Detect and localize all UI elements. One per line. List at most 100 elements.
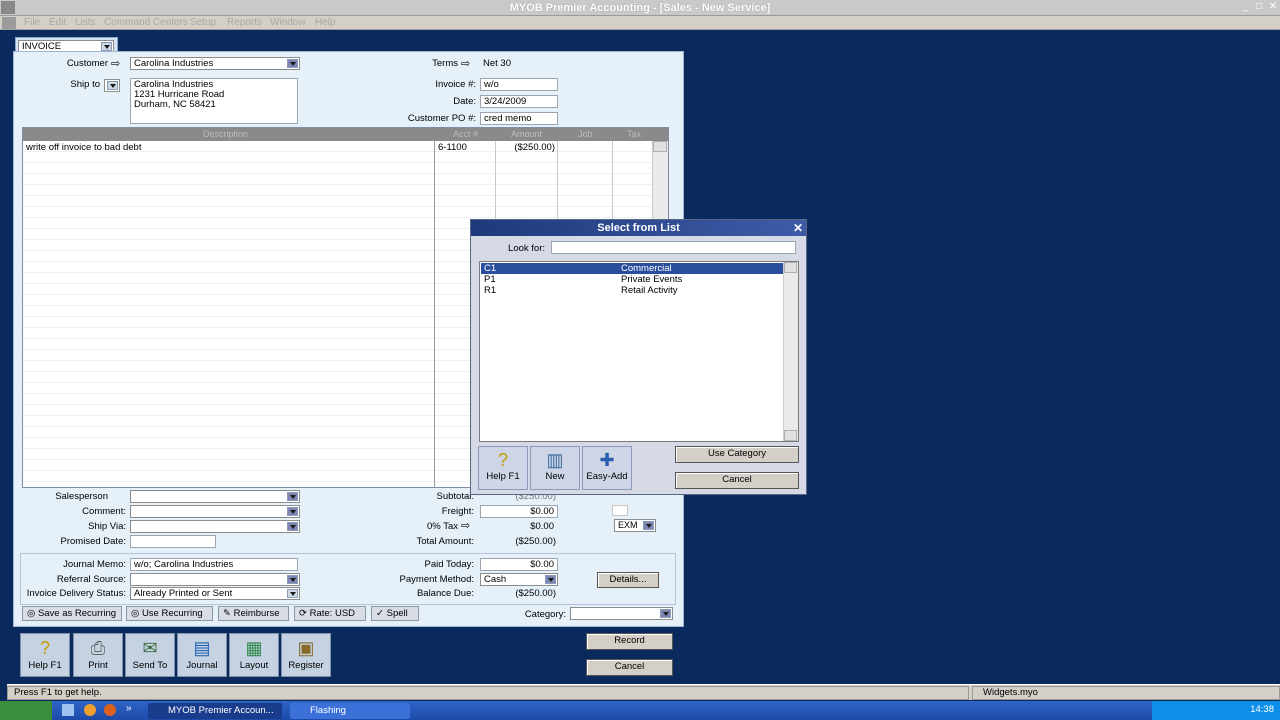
send-to-button[interactable]: ✉ Send To	[125, 633, 175, 677]
date-field[interactable]: 3/24/2009	[480, 95, 558, 108]
start-button[interactable]	[0, 701, 52, 720]
scroll-up-icon[interactable]	[784, 262, 797, 273]
list-scrollbar[interactable]	[783, 262, 798, 441]
look-for-input[interactable]	[551, 241, 796, 254]
desktop-icon[interactable]	[62, 704, 74, 716]
promised-date-label: Promised Date:	[60, 536, 126, 547]
total-amount-value: ($250.00)	[515, 536, 556, 547]
reimburse-button[interactable]: ✎ Reimburse	[218, 606, 289, 621]
customer-field[interactable]: Carolina Industries	[130, 57, 300, 70]
terms-arrow-icon[interactable]: ⇨	[461, 57, 470, 70]
chevron-down-icon[interactable]	[287, 589, 298, 598]
tax-code-field[interactable]: EXM	[614, 519, 656, 532]
customer-arrow-icon[interactable]: ⇨	[111, 57, 120, 70]
freight-field[interactable]: $0.00	[480, 505, 558, 518]
save-as-recurring-button[interactable]: ◎ Save as Recurring	[22, 606, 122, 621]
menu-help[interactable]: Help	[315, 17, 336, 28]
freight-tax-code[interactable]	[612, 505, 628, 516]
chevron-down-icon[interactable]	[545, 575, 556, 584]
close-icon[interactable]: ✕	[793, 220, 803, 236]
paid-today-field[interactable]: $0.00	[480, 558, 558, 571]
task-myob[interactable]: MYOB Premier Accoun...	[148, 703, 282, 719]
list-icon[interactable]	[287, 575, 298, 584]
menu-reports[interactable]: Reports	[227, 17, 262, 28]
register-button[interactable]: ▣ Register	[281, 633, 331, 677]
layout-icon: ▦	[245, 638, 263, 658]
terms-label: Terms	[432, 58, 458, 69]
customer-po-field[interactable]: cred memo	[480, 112, 558, 125]
question-icon: ?	[39, 638, 50, 658]
ship-via-label: Ship Via:	[88, 521, 126, 532]
document-icon[interactable]	[2, 17, 16, 29]
line-amount[interactable]: ($250.00)	[499, 142, 555, 153]
referral-source-field[interactable]	[130, 573, 300, 586]
app-icon[interactable]	[1, 1, 15, 14]
new-button[interactable]: ▥ New	[530, 446, 580, 490]
rate-label: Rate: USD	[309, 608, 356, 619]
list-icon[interactable]	[660, 609, 671, 618]
tax-arrow-icon[interactable]: ⇨	[461, 519, 470, 532]
help-button[interactable]: ? Help F1	[20, 633, 70, 677]
dialog-title: Select from List	[597, 222, 680, 234]
list-item[interactable]: C1 Commercial	[481, 263, 783, 274]
menu-command-centers[interactable]: Command Centers	[104, 17, 188, 28]
task-flashing[interactable]: Flashing	[290, 703, 410, 719]
spell-button[interactable]: ✓ Spell	[371, 606, 419, 621]
chevron-down-icon[interactable]	[101, 42, 112, 51]
salesperson-field[interactable]	[130, 490, 300, 503]
maximize-icon[interactable]: □	[1252, 1, 1266, 14]
menu-window[interactable]: Window	[270, 17, 306, 28]
ship-to-line: Durham, NC 58421	[134, 99, 216, 110]
line-description[interactable]: write off invoice to bad debt	[26, 142, 141, 153]
comment-field[interactable]	[130, 505, 300, 518]
invoice-number-field[interactable]: w/o	[480, 78, 558, 91]
minimize-icon[interactable]: _	[1238, 1, 1252, 14]
list-item[interactable]: R1 Retail Activity	[481, 285, 783, 296]
scroll-down-icon[interactable]	[784, 430, 797, 441]
delivery-status-field[interactable]: Already Printed or Sent	[130, 587, 300, 600]
journal-memo-field[interactable]: w/o; Carolina Industries	[130, 558, 298, 571]
scroll-up-icon[interactable]	[653, 141, 667, 152]
line-account[interactable]: 6-1100	[438, 142, 467, 153]
media-icon[interactable]	[104, 704, 116, 716]
grid-header: Description Acct # Amount Job Tax	[23, 128, 668, 141]
look-for-label: Look for:	[508, 243, 545, 254]
use-category-button[interactable]: Use Category	[675, 446, 799, 463]
chevron-down-icon[interactable]	[107, 81, 118, 90]
reimburse-icon: ✎	[223, 608, 234, 619]
clock[interactable]: 14:38	[1250, 704, 1274, 715]
rate-button[interactable]: ⟳ Rate: USD	[294, 606, 366, 621]
ship-to-dropdown[interactable]	[104, 79, 120, 92]
overflow-icon[interactable]: »	[126, 703, 132, 714]
layout-button[interactable]: ▦ Layout	[229, 633, 279, 677]
customer-value: Carolina Industries	[134, 58, 214, 69]
ship-to-address[interactable]: Carolina Industries 1231 Hurricane Road …	[130, 78, 298, 124]
promised-date-field[interactable]	[130, 535, 216, 548]
use-recurring-button[interactable]: ◎ Use Recurring	[126, 606, 213, 621]
easy-add-button[interactable]: ✚ Easy-Add	[582, 446, 632, 490]
dialog-cancel-button[interactable]: Cancel	[675, 472, 799, 489]
menu-setup[interactable]: Setup	[190, 17, 216, 28]
list-icon[interactable]	[287, 492, 298, 501]
list-icon[interactable]	[643, 521, 654, 530]
print-button[interactable]: ⎙ Print	[73, 633, 123, 677]
status-file: Widgets.myo	[972, 686, 1280, 700]
close-icon[interactable]: ✕	[1266, 1, 1280, 14]
journal-button[interactable]: ▤ Journal	[177, 633, 227, 677]
record-button[interactable]: Record	[586, 633, 673, 650]
browser-icon[interactable]	[84, 704, 96, 716]
list-icon[interactable]	[287, 522, 298, 531]
cancel-button[interactable]: Cancel	[586, 659, 673, 676]
menu-file[interactable]: File	[24, 17, 40, 28]
details-button[interactable]: Details...	[597, 572, 659, 588]
list-icon[interactable]	[287, 507, 298, 516]
category-field[interactable]	[570, 607, 673, 620]
payment-method-field[interactable]: Cash	[480, 573, 558, 586]
dialog-help-button[interactable]: ? Help F1	[478, 446, 528, 490]
list-icon[interactable]	[287, 59, 298, 68]
list-item[interactable]: P1 Private Events	[481, 274, 783, 285]
menu-edit[interactable]: Edit	[49, 17, 66, 28]
ship-via-field[interactable]	[130, 520, 300, 533]
menu-lists[interactable]: Lists	[75, 17, 96, 28]
customer-label: Customer	[66, 58, 108, 69]
